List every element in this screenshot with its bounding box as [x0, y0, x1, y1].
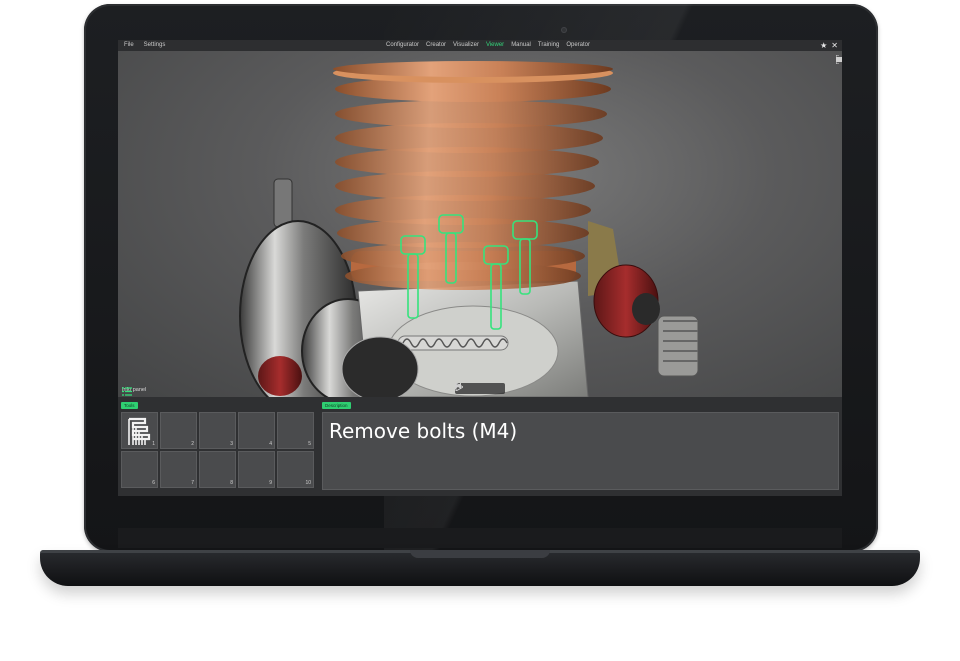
tool-slot-2[interactable]: 2 — [160, 412, 197, 449]
focus-frame-icon[interactable] — [836, 55, 842, 64]
mode-tabs: Configurator Creator Visualizer Viewer M… — [386, 40, 590, 51]
description-header: Description — [322, 402, 351, 409]
tool-slot-5[interactable]: 5 — [277, 412, 314, 449]
skip-forward-icon[interactable] — [455, 383, 461, 389]
right-assembly — [588, 221, 699, 377]
tools-grid: 1 2 3 4 5 6 7 8 9 10 — [121, 412, 316, 490]
laptop-base — [40, 550, 920, 586]
tab-visualizer[interactable]: Visualizer — [453, 40, 479, 51]
crankcase — [341, 280, 589, 397]
tab-viewer[interactable]: Viewer — [486, 40, 504, 51]
slot-number: 8 — [230, 480, 233, 486]
tool-slot-6[interactable]: 6 — [121, 451, 158, 488]
tab-operator[interactable]: Operator — [566, 40, 590, 51]
tool-slot-8[interactable]: 8 — [199, 451, 236, 488]
list-icon — [122, 387, 132, 396]
laptop-notch — [410, 550, 550, 558]
slot-number: 7 — [191, 480, 194, 486]
engine-model-render — [239, 61, 699, 397]
tab-creator[interactable]: Creator — [426, 40, 446, 51]
menubar: File Settings Configurator Creator Visua… — [118, 40, 842, 51]
app-screen: File Settings Configurator Creator Visua… — [118, 40, 842, 496]
tools-header: Tools — [121, 402, 138, 409]
description-box: Remove bolts (M4) — [322, 412, 839, 490]
tool-slot-4[interactable]: 4 — [238, 412, 275, 449]
bottom-panel: Tools Description 1 2 3 4 5 6 7 8 9 10 R… — [118, 397, 842, 496]
hex-key-set-icon — [128, 417, 151, 445]
star-icon[interactable]: ★ — [820, 40, 827, 51]
slot-number: 6 — [152, 480, 155, 486]
cylinder-head-fins — [333, 61, 613, 290]
tool-slot-7[interactable]: 7 — [160, 451, 197, 488]
tool-slot-10[interactable]: 10 — [277, 451, 314, 488]
close-icon[interactable]: ✕ — [831, 40, 838, 51]
tab-configurator[interactable]: Configurator — [386, 40, 419, 51]
slot-number: 4 — [269, 441, 272, 447]
tool-slot-3[interactable]: 3 — [199, 412, 236, 449]
laptop-hinge — [118, 528, 842, 548]
playback-controls — [455, 383, 505, 394]
slot-number: 9 — [269, 480, 272, 486]
tab-training[interactable]: Training — [538, 40, 559, 51]
webcam — [561, 27, 567, 33]
slot-number: 1 — [152, 441, 155, 447]
tab-manual[interactable]: Manual — [511, 40, 531, 51]
tool-slot-9[interactable]: 9 — [238, 451, 275, 488]
slot-number: 3 — [230, 441, 233, 447]
menu-file[interactable]: File — [124, 40, 134, 51]
tool-slot-1[interactable]: 1 — [121, 412, 158, 449]
slot-number: 10 — [305, 480, 311, 486]
slot-number: 5 — [308, 441, 311, 447]
3d-viewport[interactable]: Info panel — [118, 51, 842, 397]
step-description: Remove bolts (M4) — [329, 419, 518, 443]
slot-number: 2 — [191, 441, 194, 447]
menu-settings[interactable]: Settings — [144, 40, 166, 51]
info-panel-toggle[interactable]: Info panel — [122, 387, 146, 396]
